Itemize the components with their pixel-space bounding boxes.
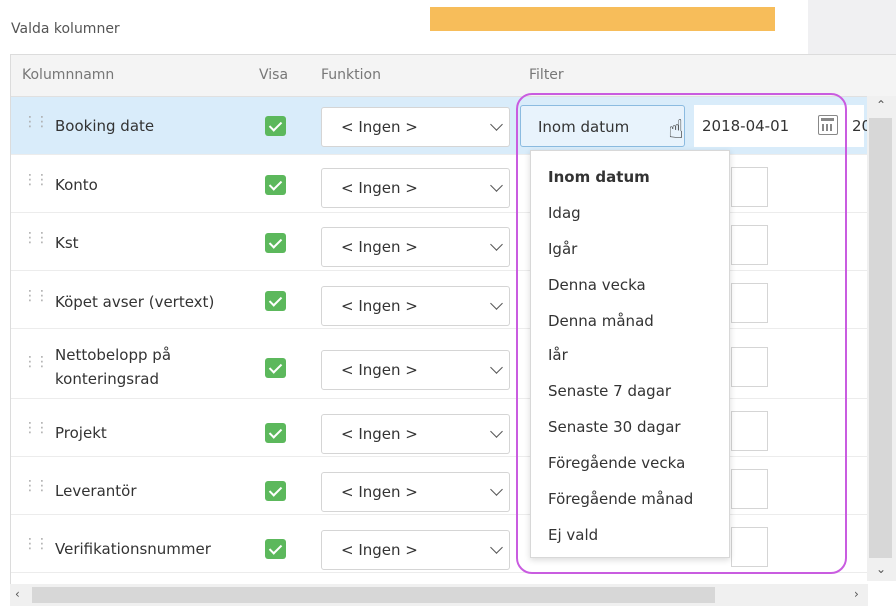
function-select[interactable]: < Ingen >: [321, 168, 510, 208]
dropdown-option[interactable]: Inom datum: [548, 168, 650, 186]
function-select-value: < Ingen >: [341, 179, 418, 197]
function-select[interactable]: < Ingen >: [321, 350, 510, 390]
function-select-value: < Ingen >: [341, 118, 418, 136]
show-checkbox[interactable]: [265, 175, 286, 195]
vertical-scroll-thumb[interactable]: [869, 118, 892, 558]
dropdown-option[interactable]: Föregående månad: [548, 490, 693, 508]
chevron-down-icon: [490, 425, 503, 438]
column-name: Booking date: [55, 117, 155, 135]
dropdown-option[interactable]: Igår: [548, 240, 577, 258]
column-name: Projekt: [55, 424, 107, 442]
table-row[interactable]: ⋮⋮ Konto < Ingen >: [11, 155, 869, 213]
filter-input[interactable]: [731, 527, 768, 567]
filter-input[interactable]: [731, 167, 768, 207]
dropdown-option[interactable]: Denna vecka: [548, 276, 646, 294]
chevron-down-icon: [490, 361, 503, 374]
show-checkbox[interactable]: [265, 233, 286, 253]
dropdown-option[interactable]: Senaste 7 dagar: [548, 382, 671, 400]
function-select-value: < Ingen >: [341, 483, 418, 501]
table-row[interactable]: ⋮⋮ Köpet avser (vertext) < Ingen >: [11, 271, 869, 329]
hand-cursor-icon: ☝: [668, 115, 684, 145]
horizontal-scrollbar[interactable]: ‹ ›: [10, 584, 868, 606]
function-select-value: < Ingen >: [341, 238, 418, 256]
dropdown-option[interactable]: Idag: [548, 204, 581, 222]
header-column-name: Kolumnnamn: [22, 67, 115, 83]
right-panel-background: [808, 0, 896, 54]
show-checkbox[interactable]: [265, 116, 286, 136]
table-row[interactable]: ⋮⋮ Leverantör < Ingen >: [11, 457, 869, 515]
function-select-value: < Ingen >: [341, 541, 418, 559]
show-checkbox[interactable]: [265, 358, 286, 378]
date-from-value: 2018-04-01: [702, 117, 790, 135]
drag-handle-icon[interactable]: ⋮⋮: [23, 421, 49, 435]
header-filter: Filter: [529, 67, 564, 83]
function-select-value: < Ingen >: [341, 297, 418, 315]
scroll-left-icon[interactable]: ‹: [15, 587, 20, 601]
filter-input[interactable]: [731, 347, 768, 387]
scroll-right-icon[interactable]: ›: [854, 587, 859, 601]
dropdown-option[interactable]: Ej vald: [548, 526, 598, 544]
function-select[interactable]: < Ingen >: [321, 530, 510, 570]
column-name: Leverantör: [55, 482, 137, 500]
function-select-value: < Ingen >: [341, 425, 418, 443]
column-name: Verifikationsnummer: [55, 540, 211, 558]
table-row[interactable]: ⋮⋮ Kst < Ingen >: [11, 213, 869, 271]
column-name: Kst: [55, 234, 79, 252]
show-checkbox[interactable]: [265, 539, 286, 559]
date-from-input[interactable]: 2018-04-01: [694, 105, 864, 147]
column-name-line2: konteringsrad: [55, 370, 160, 388]
dropdown-option[interactable]: Denna månad: [548, 312, 654, 330]
section-title: Valda kolumner: [11, 21, 120, 37]
header-function: Funktion: [321, 67, 381, 83]
calendar-icon[interactable]: [818, 115, 838, 135]
chevron-down-icon: [490, 179, 503, 192]
horizontal-scroll-thumb[interactable]: [32, 587, 715, 603]
table-row[interactable]: ⋮⋮ Nettobelopp på konteringsrad < Ingen …: [11, 329, 869, 399]
column-name: Köpet avser (vertext): [55, 293, 215, 311]
dropdown-option[interactable]: Senaste 30 dagar: [548, 418, 681, 436]
function-select[interactable]: < Ingen >: [321, 472, 510, 512]
table-row[interactable]: ⋮⋮ Verifikationsnummer < Ingen >: [11, 515, 869, 573]
table-row[interactable]: ⋮⋮ Projekt < Ingen >: [11, 399, 869, 457]
scroll-down-icon[interactable]: ⌄: [876, 562, 886, 576]
scroll-up-icon[interactable]: ⌃: [876, 98, 886, 112]
drag-handle-icon[interactable]: ⋮⋮: [23, 173, 49, 187]
function-select[interactable]: < Ingen >: [321, 286, 510, 326]
drag-handle-icon[interactable]: ⋮⋮: [23, 479, 49, 493]
column-name: Konto: [55, 176, 98, 194]
drag-handle-icon[interactable]: ⋮⋮: [23, 537, 49, 551]
show-checkbox[interactable]: [265, 291, 286, 311]
show-checkbox[interactable]: [265, 481, 286, 501]
show-checkbox[interactable]: [265, 423, 286, 443]
function-select[interactable]: < Ingen >: [321, 227, 510, 267]
filter-input[interactable]: [731, 411, 768, 451]
dropdown-option[interactable]: Iår: [548, 346, 568, 364]
orange-banner: [430, 7, 775, 31]
chevron-down-icon: [490, 238, 503, 251]
filter-input[interactable]: [731, 283, 768, 323]
chevron-down-icon: [490, 483, 503, 496]
filter-type-dropdown: Inom datum Idag Igår Denna vecka Denna m…: [530, 150, 730, 558]
drag-handle-icon[interactable]: ⋮⋮: [23, 355, 49, 369]
function-select[interactable]: < Ingen >: [321, 107, 510, 147]
chevron-down-icon: [490, 297, 503, 310]
drag-handle-icon[interactable]: ⋮⋮: [23, 115, 49, 129]
column-name-line1: Nettobelopp på: [55, 346, 172, 364]
function-select-value: < Ingen >: [341, 361, 418, 379]
filter-input[interactable]: [731, 469, 768, 509]
chevron-down-icon: [490, 541, 503, 554]
header-show: Visa: [259, 67, 289, 83]
filter-type-value: Inom datum: [538, 118, 630, 136]
dropdown-option[interactable]: Föregående vecka: [548, 454, 685, 472]
table-header: Kolumnnamn Visa Funktion Filter: [11, 55, 896, 97]
vertical-scrollbar[interactable]: ⌃ ⌄: [867, 96, 896, 581]
filter-input[interactable]: [731, 225, 768, 265]
drag-handle-icon[interactable]: ⋮⋮: [23, 231, 49, 245]
chevron-down-icon: [490, 118, 503, 131]
filter-type-select[interactable]: Inom datum: [520, 105, 685, 147]
function-select[interactable]: < Ingen >: [321, 414, 510, 454]
drag-handle-icon[interactable]: ⋮⋮: [23, 289, 49, 303]
